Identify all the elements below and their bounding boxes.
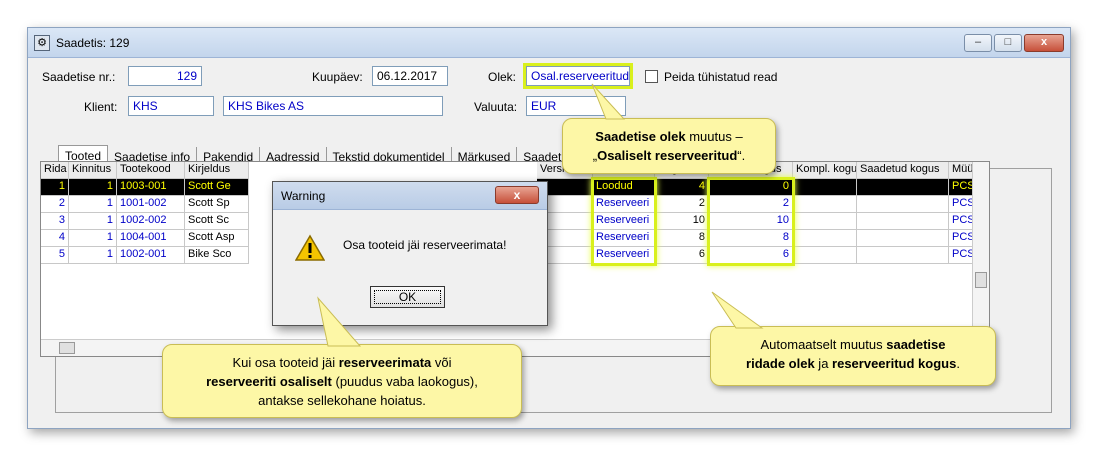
- klient-name-field[interactable]: KHS Bikes AS: [223, 96, 443, 116]
- row3-reserv[interactable]: 10: [709, 213, 793, 230]
- callout-top-bold2: Osaliselt reserveeritud: [597, 148, 738, 163]
- row4-kogus[interactable]: 8: [655, 230, 709, 247]
- row1-olek[interactable]: Loodud: [593, 179, 655, 196]
- row3-tootekood[interactable]: 1002-002: [117, 213, 185, 230]
- callout-right-bold3: reserveeritud kogus: [832, 356, 957, 371]
- callout-right-text1: Automaatselt muutus: [760, 337, 887, 352]
- row2-kompl[interactable]: [793, 196, 857, 213]
- callout-right-text2: ja: [814, 356, 833, 371]
- row1-rida[interactable]: 1: [41, 179, 69, 196]
- row5-reserv[interactable]: 6: [709, 247, 793, 264]
- row2-kirjeldus[interactable]: Scott Sp: [185, 196, 249, 213]
- callout-left-bold2: reserveeriti osaliselt: [206, 374, 332, 389]
- row3-kogus[interactable]: 10: [655, 213, 709, 230]
- row5-tootekood[interactable]: 1002-001: [117, 247, 185, 264]
- callout-top-pointer: [591, 83, 626, 120]
- callout-left-text4: antakse sellekohane hoiatus.: [258, 393, 426, 408]
- row1-reserv[interactable]: 0: [709, 179, 793, 196]
- close-button[interactable]: x: [1024, 34, 1064, 52]
- col-header-kinnitus[interactable]: Kinnitus: [69, 162, 117, 179]
- row5-kogus[interactable]: 6: [655, 247, 709, 264]
- callout-right-bold2: ridade olek: [746, 356, 815, 371]
- klient-code-field[interactable]: KHS: [128, 96, 214, 116]
- saadetise-nr-field[interactable]: 129: [128, 66, 202, 86]
- title-bar: ⚙ Saadetis: 129 – □ x: [28, 28, 1070, 58]
- row2-kogus[interactable]: 2: [655, 196, 709, 213]
- callout-right-text3: .: [956, 356, 960, 371]
- app-icon: ⚙: [34, 35, 50, 51]
- valuuta-label: Valuuta:: [474, 100, 518, 114]
- row3-kirjeldus[interactable]: Scott Sc: [185, 213, 249, 230]
- klient-label: Klient:: [84, 100, 118, 114]
- callout-row-change: Automaatselt muutus saadetise ridade ole…: [710, 326, 996, 386]
- hscroll-thumb[interactable]: [59, 342, 75, 354]
- row4-kinnitus[interactable]: 1: [69, 230, 117, 247]
- row2-olek[interactable]: Reserveeri: [593, 196, 655, 213]
- row3-rida[interactable]: 3: [41, 213, 69, 230]
- maximize-button[interactable]: □: [994, 34, 1022, 52]
- callout-top-text3: “.: [737, 148, 746, 163]
- callout-left-text1: Kui osa tooteid jäi: [232, 355, 339, 370]
- ok-button[interactable]: OK: [370, 286, 445, 308]
- row1-kogus[interactable]: 4: [655, 179, 709, 196]
- row4-rida[interactable]: 4: [41, 230, 69, 247]
- row1-saadetud[interactable]: [857, 179, 949, 196]
- row5-olek[interactable]: Reserveeri: [593, 247, 655, 264]
- callout-warning-explanation: Kui osa tooteid jäi reserveerimata või r…: [162, 344, 522, 418]
- callout-right-bold1: saadetise: [886, 337, 946, 352]
- row1-tootekood[interactable]: 1003-001: [117, 179, 185, 196]
- row2-reserv[interactable]: 2: [709, 196, 793, 213]
- row4-olek[interactable]: Reserveeri: [593, 230, 655, 247]
- row2-saadetud[interactable]: [857, 196, 949, 213]
- row3-saadetud[interactable]: [857, 213, 949, 230]
- row4-kirjeldus[interactable]: Scott Asp: [185, 230, 249, 247]
- row1-kirjeldus[interactable]: Scott Ge: [185, 179, 249, 196]
- dialog-message: Osa tooteid jäi reserveerimata!: [343, 238, 507, 252]
- kuupaev-label: Kuupäev:: [312, 70, 363, 84]
- callout-left-text2: või: [431, 355, 452, 370]
- callout-left-bold1: reserveerimata: [338, 355, 432, 370]
- col-header-kompl-kogus[interactable]: Kompl. kogu: [793, 162, 857, 179]
- row5-kinnitus[interactable]: 1: [69, 247, 117, 264]
- dialog-title-bar: Warning x: [273, 182, 547, 210]
- callout-top-text1: muutus –: [685, 129, 743, 144]
- row3-kinnitus[interactable]: 1: [69, 213, 117, 230]
- row1-kinnitus[interactable]: 1: [69, 179, 117, 196]
- row5-rida[interactable]: 5: [41, 247, 69, 264]
- row1-kompl[interactable]: [793, 179, 857, 196]
- vscroll-thumb[interactable]: [975, 272, 987, 288]
- peida-checkbox[interactable]: [645, 70, 658, 83]
- minimize-button[interactable]: –: [964, 34, 992, 52]
- row2-tootekood[interactable]: 1001-002: [117, 196, 185, 213]
- row2-rida[interactable]: 2: [41, 196, 69, 213]
- callout-status-change: Saadetise olek muutus – „Osaliselt reser…: [562, 118, 776, 174]
- row4-tootekood[interactable]: 1004-001: [117, 230, 185, 247]
- dialog-close-button[interactable]: x: [495, 186, 539, 204]
- col-header-saadetud-kogus[interactable]: Saadetud kogus: [857, 162, 949, 179]
- peida-label: Peida tühistatud read: [664, 70, 778, 84]
- callout-left-pointer: [317, 296, 362, 347]
- col-header-tootekood[interactable]: Tootekood: [117, 162, 185, 179]
- saadetise-nr-label: Saadetise nr.:: [42, 70, 116, 84]
- callout-right-pointer: [711, 291, 764, 329]
- callout-top-bold1: Saadetise olek: [595, 129, 686, 144]
- row4-reserv[interactable]: 8: [709, 230, 793, 247]
- saadetise-nr-value: 129: [176, 69, 197, 83]
- dialog-title: Warning: [281, 189, 326, 203]
- olek-label: Olek:: [488, 70, 517, 84]
- row3-kompl[interactable]: [793, 213, 857, 230]
- row5-saadetud[interactable]: [857, 247, 949, 264]
- col-header-rida[interactable]: Rida: [41, 162, 69, 179]
- row4-saadetud[interactable]: [857, 230, 949, 247]
- row4-kompl[interactable]: [793, 230, 857, 247]
- row2-kinnitus[interactable]: 1: [69, 196, 117, 213]
- kuupaev-field[interactable]: 06.12.2017: [372, 66, 448, 86]
- col-header-kirjeldus[interactable]: Kirjeldus: [185, 162, 249, 179]
- callout-left-text3: (puudus vaba laokogus),: [331, 374, 478, 389]
- window-title: Saadetis: 129: [56, 36, 130, 50]
- warning-icon: [295, 234, 325, 261]
- row3-olek[interactable]: Reserveeri: [593, 213, 655, 230]
- row5-kirjeldus[interactable]: Bike Sco: [185, 247, 249, 264]
- row5-kompl[interactable]: [793, 247, 857, 264]
